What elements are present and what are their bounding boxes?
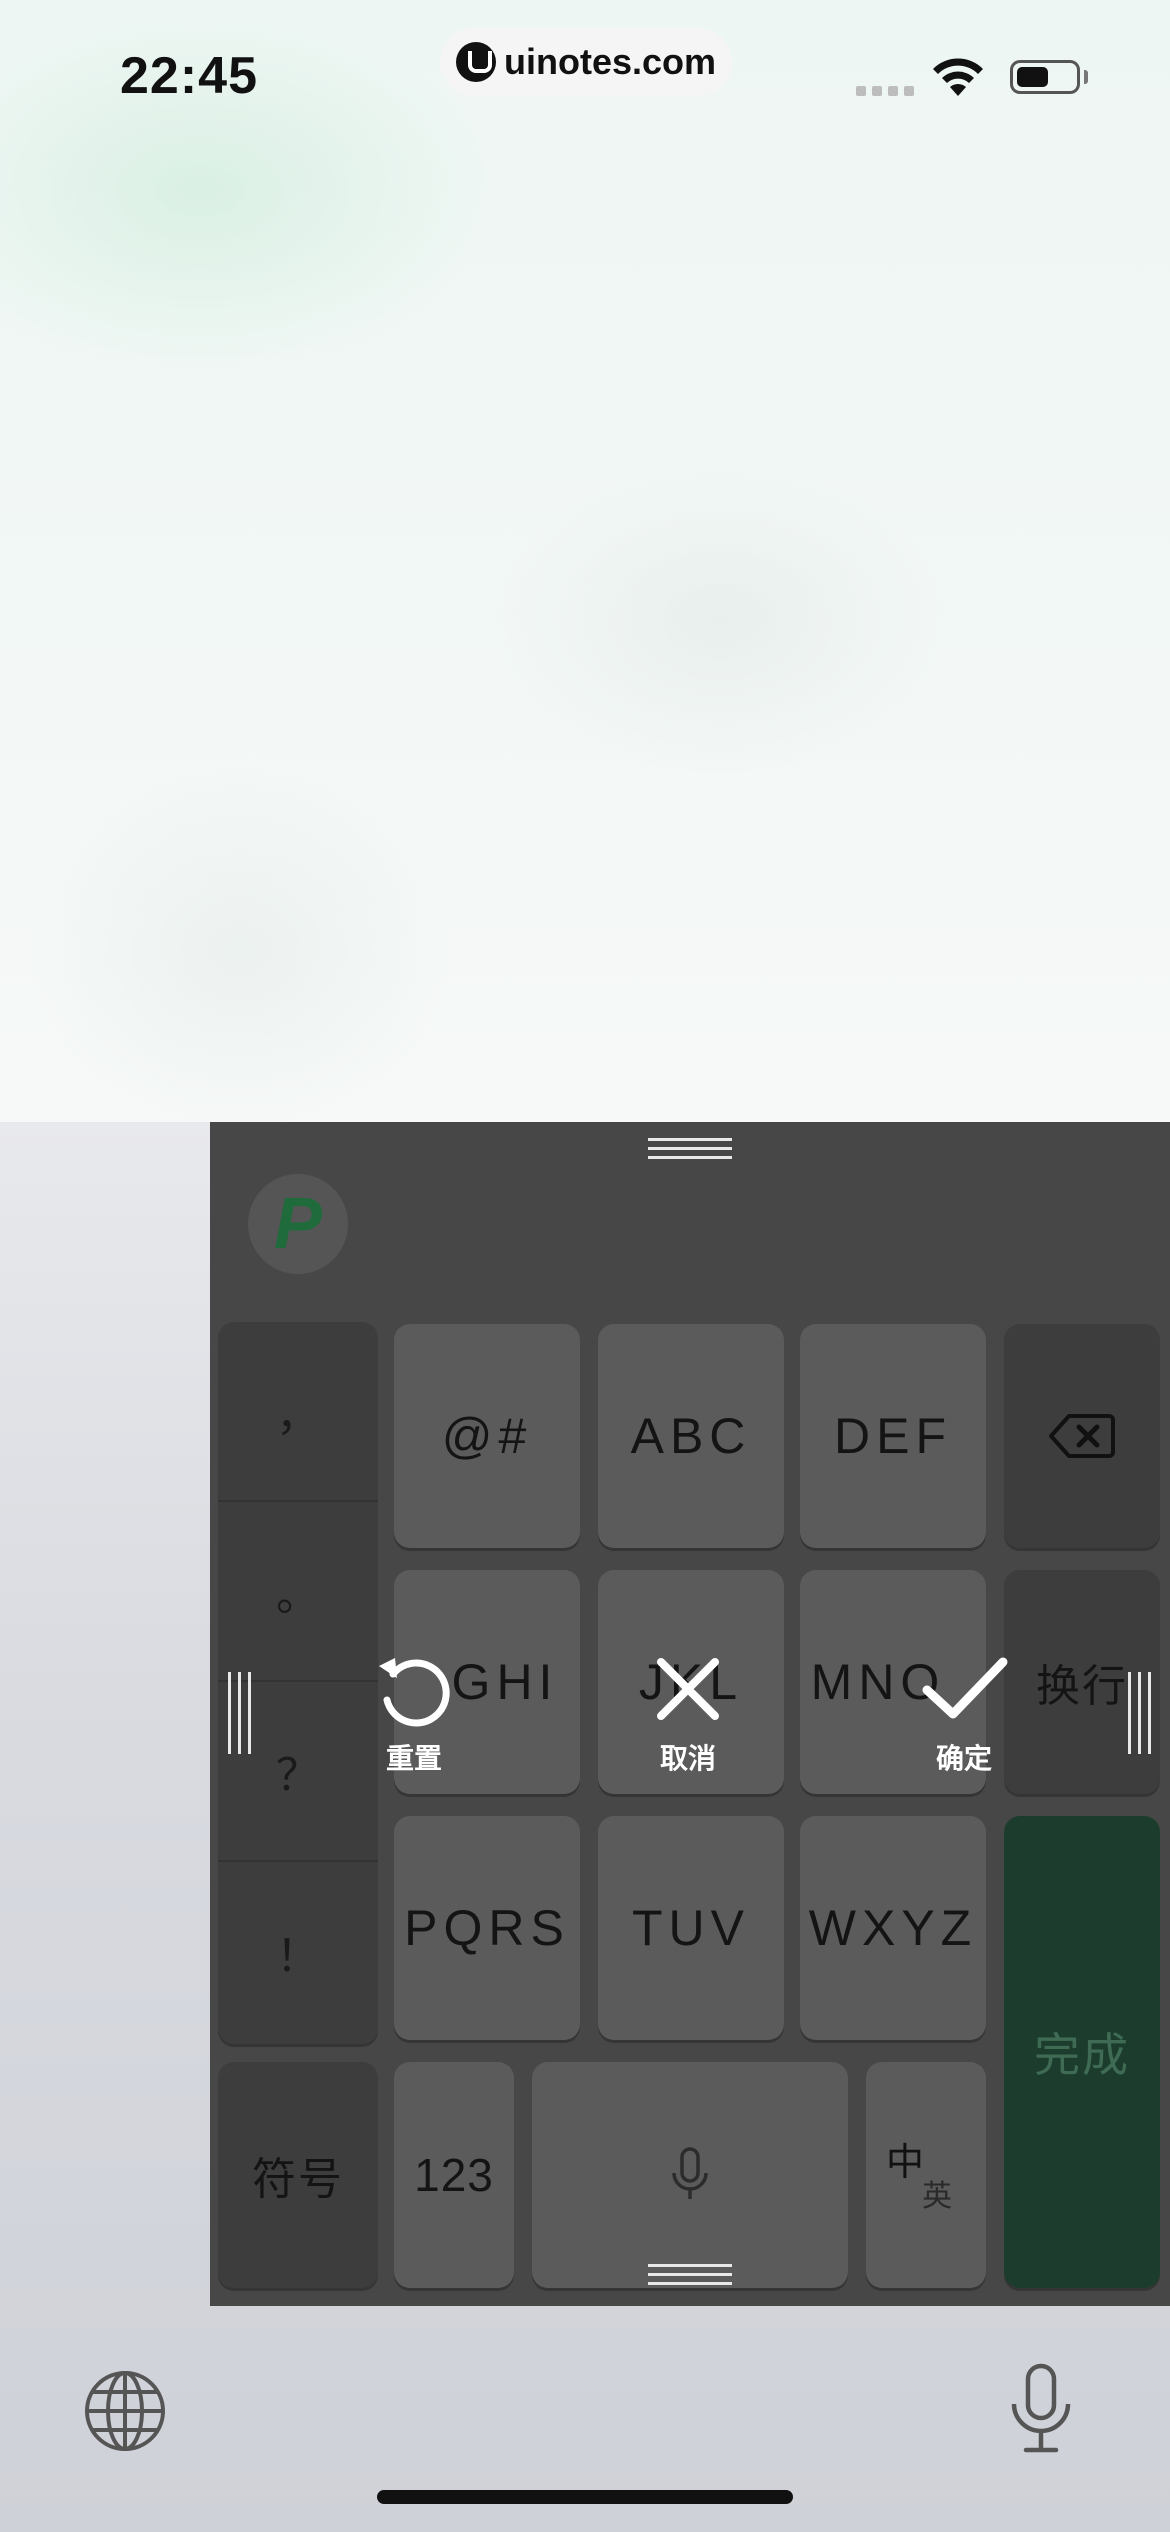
wifi-icon bbox=[933, 58, 983, 96]
lang-switch-glyph: 中 英 bbox=[886, 2135, 966, 2215]
key-abc[interactable]: ABC bbox=[598, 1324, 784, 1548]
symbols-key[interactable]: 符号 bbox=[218, 2062, 378, 2288]
close-icon bbox=[657, 1658, 719, 1720]
lang-switch-key[interactable]: 中 英 bbox=[866, 2062, 986, 2288]
reset-label: 重置 bbox=[385, 1743, 442, 1774]
done-button[interactable]: 完成 bbox=[1004, 1816, 1160, 2288]
rotate-ccw-icon bbox=[379, 1658, 450, 1727]
battery-cap bbox=[1084, 70, 1088, 84]
cancel-action[interactable]: 取消 bbox=[618, 1648, 758, 1777]
battery-level bbox=[1017, 67, 1048, 87]
key-wxyz[interactable]: WXYZ bbox=[800, 1816, 986, 2040]
check-icon bbox=[922, 1657, 1008, 1719]
top-drag-handle[interactable] bbox=[648, 1138, 732, 1165]
bottom-drag-handle[interactable] bbox=[648, 2264, 732, 2291]
keyboard-panel: P ， 。 ？ ！ @# ABC DEF GHI JKL MNO 换行 PQRS… bbox=[210, 1122, 1170, 2306]
backspace-icon bbox=[1049, 1414, 1115, 1458]
status-time: 22:45 bbox=[120, 47, 258, 105]
key-pqrs[interactable]: PQRS bbox=[394, 1816, 580, 2040]
battery-icon bbox=[1010, 60, 1080, 94]
space-key[interactable] bbox=[532, 2062, 848, 2288]
key-symbols-at[interactable]: @# bbox=[394, 1324, 580, 1548]
confirm-label: 确定 bbox=[935, 1743, 992, 1774]
globe-icon[interactable] bbox=[82, 2368, 168, 2454]
backspace-button[interactable] bbox=[1004, 1324, 1160, 1548]
microphone-icon[interactable] bbox=[1008, 2362, 1074, 2454]
keyboard-logo-glyph: P bbox=[273, 1184, 323, 1264]
url-text: uinotes.com bbox=[503, 41, 717, 82]
url-pill[interactable]: uinotes.com bbox=[440, 28, 732, 96]
content-area bbox=[0, 0, 1170, 1122]
right-resize-handle[interactable] bbox=[1128, 1672, 1151, 1754]
punct-comma[interactable]: ， bbox=[218, 1322, 378, 1502]
lang-primary: 中 bbox=[886, 2142, 925, 2184]
numbers-key[interactable]: 123 bbox=[394, 2062, 514, 2288]
reset-action[interactable]: 重置 bbox=[344, 1648, 484, 1777]
site-logo-icon bbox=[455, 42, 496, 82]
confirm-action[interactable]: 确定 bbox=[894, 1648, 1034, 1777]
microphone-icon bbox=[672, 2147, 708, 2199]
left-resize-handle[interactable] bbox=[228, 1672, 251, 1754]
key-tuv[interactable]: TUV bbox=[598, 1816, 784, 2040]
punct-exclamation[interactable]: ！ bbox=[218, 1862, 378, 2042]
cancel-label: 取消 bbox=[659, 1743, 716, 1774]
lang-secondary: 英 bbox=[922, 2180, 952, 2213]
key-def[interactable]: DEF bbox=[800, 1324, 986, 1548]
keyboard-logo[interactable]: P bbox=[248, 1174, 348, 1274]
home-indicator[interactable] bbox=[377, 2490, 793, 2504]
cellular-signal-icon bbox=[856, 86, 914, 96]
